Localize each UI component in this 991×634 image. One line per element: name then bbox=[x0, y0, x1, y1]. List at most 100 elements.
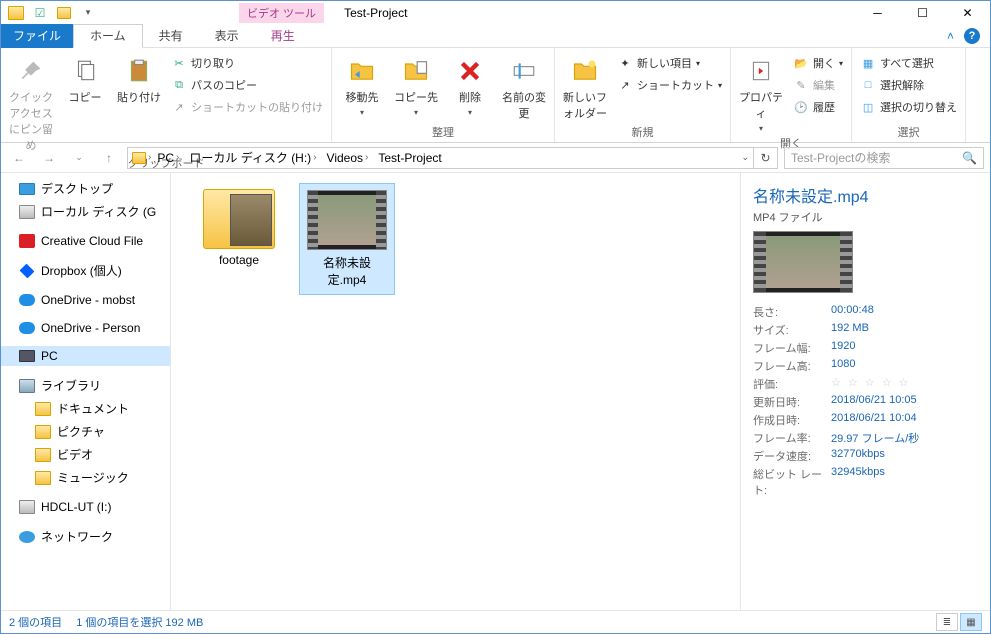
new-item-button[interactable]: ✦新しい項目 ▾ bbox=[613, 52, 726, 74]
nav-documents[interactable]: ドキュメント bbox=[1, 397, 170, 420]
rename-button[interactable]: 名前の変更 bbox=[498, 52, 550, 121]
edit-button[interactable]: ✎編集 bbox=[789, 74, 847, 96]
folder-icon bbox=[35, 448, 51, 462]
app-icon[interactable] bbox=[5, 3, 27, 23]
qat-properties-icon[interactable]: ☑ bbox=[29, 3, 51, 23]
close-button[interactable]: ✕ bbox=[945, 2, 990, 24]
search-input[interactable]: Test-Projectの検索 🔍 bbox=[784, 147, 984, 169]
navigation-pane[interactable]: デスクトップ ローカル ディスク (G Creative Cloud File … bbox=[1, 173, 171, 610]
onedrive-icon bbox=[19, 322, 35, 334]
minimize-button[interactable]: ─ bbox=[855, 2, 900, 24]
nav-network[interactable]: ネットワーク bbox=[1, 525, 170, 548]
details-row[interactable]: フレーム率:29.97 フレーム/秒 bbox=[753, 429, 978, 447]
details-key: 作成日時: bbox=[753, 412, 831, 428]
folder-icon bbox=[35, 471, 51, 485]
desktop-icon bbox=[19, 183, 35, 195]
nav-creative-cloud[interactable]: Creative Cloud File bbox=[1, 231, 170, 251]
file-list[interactable]: footage 名称未設定.mp4 bbox=[171, 173, 740, 610]
new-shortcut-button[interactable]: ↗ショートカット ▾ bbox=[613, 74, 726, 96]
details-row[interactable]: 作成日時:2018/06/21 10:04 bbox=[753, 411, 978, 429]
tab-play[interactable]: 再生 bbox=[255, 24, 311, 48]
tab-home[interactable]: ホーム bbox=[73, 24, 143, 48]
breadcrumb[interactable]: › PC› ローカル ディスク (H:)› Videos› Test-Proje… bbox=[127, 147, 754, 169]
nav-videos[interactable]: ビデオ bbox=[1, 443, 170, 466]
nav-pc[interactable]: PC bbox=[1, 346, 170, 366]
details-value: 192 MB bbox=[831, 322, 869, 338]
breadcrumb-seg-drive[interactable]: ローカル ディスク (H:)› bbox=[185, 149, 320, 166]
group-organize: 移動先▾ コピー先▾ 削除▾ 名前の変更 整理 bbox=[332, 48, 555, 142]
maximize-button[interactable]: ☐ bbox=[900, 2, 945, 24]
copy-button[interactable]: コピー bbox=[59, 52, 111, 105]
file-item-video[interactable]: 名称未設定.mp4 bbox=[299, 183, 395, 295]
details-value: ☆ ☆ ☆ ☆ ☆ bbox=[831, 376, 911, 392]
delete-button[interactable]: 削除▾ bbox=[444, 52, 496, 117]
tab-view[interactable]: 表示 bbox=[199, 24, 255, 48]
properties-button[interactable]: プロパティ▾ bbox=[735, 52, 787, 133]
details-row[interactable]: 長さ:00:00:48 bbox=[753, 303, 978, 321]
details-value: 29.97 フレーム/秒 bbox=[831, 430, 919, 446]
pin-to-quick-access-button[interactable]: クイック アクセスにピン留め bbox=[5, 52, 57, 153]
nav-local-disk-g[interactable]: ローカル ディスク (G bbox=[1, 200, 170, 223]
tab-share[interactable]: 共有 bbox=[143, 24, 199, 48]
nav-library[interactable]: ライブラリ bbox=[1, 374, 170, 397]
details-row[interactable]: 総ビット レート:32945kbps bbox=[753, 465, 978, 499]
select-all-button[interactable]: ▦すべて選択 bbox=[856, 52, 961, 74]
group-label-new: 新規 bbox=[559, 122, 726, 142]
details-value: 2018/06/21 10:04 bbox=[831, 412, 917, 428]
nav-dropbox[interactable]: Dropbox (個人) bbox=[1, 259, 170, 282]
move-to-button[interactable]: 移動先▾ bbox=[336, 52, 388, 117]
paste-button[interactable]: 貼り付け bbox=[113, 52, 165, 105]
details-row[interactable]: サイズ:192 MB bbox=[753, 321, 978, 339]
back-button[interactable]: ← bbox=[7, 146, 31, 170]
collapse-ribbon-icon[interactable]: ˄ bbox=[947, 29, 954, 43]
drive-icon bbox=[19, 205, 35, 219]
folder-item-footage[interactable]: footage bbox=[191, 183, 287, 273]
qat-new-folder-icon[interactable] bbox=[53, 3, 75, 23]
view-details-button[interactable]: ≣ bbox=[936, 613, 958, 631]
breadcrumb-seg-current[interactable]: Test-Project bbox=[374, 151, 445, 165]
refresh-button[interactable]: ↻ bbox=[754, 147, 778, 169]
select-none-button[interactable]: □選択解除 bbox=[856, 74, 961, 96]
breadcrumb-seg-videos[interactable]: Videos› bbox=[323, 151, 373, 165]
forward-button[interactable]: → bbox=[37, 146, 61, 170]
copy-path-button[interactable]: ⧉パスのコピー bbox=[167, 74, 327, 96]
details-row[interactable]: フレーム高:1080 bbox=[753, 357, 978, 375]
invert-selection-button[interactable]: ◫選択の切り替え bbox=[856, 96, 961, 118]
nav-music[interactable]: ミュージック bbox=[1, 466, 170, 489]
new-folder-button[interactable]: 新しいフォルダー bbox=[559, 52, 611, 121]
nav-onedrive-1[interactable]: OneDrive - mobst bbox=[1, 290, 170, 310]
cut-button[interactable]: ✂切り取り bbox=[167, 52, 327, 74]
nav-desktop[interactable]: デスクトップ bbox=[1, 177, 170, 200]
scissors-icon: ✂ bbox=[171, 55, 187, 71]
details-row[interactable]: 更新日時:2018/06/21 10:05 bbox=[753, 393, 978, 411]
view-large-icons-button[interactable]: ▦ bbox=[960, 613, 982, 631]
paste-shortcut-button[interactable]: ↗ショートカットの貼り付け bbox=[167, 96, 327, 118]
status-selection: 1 個の項目を選択 192 MB bbox=[76, 614, 203, 630]
help-icon[interactable]: ? bbox=[964, 28, 980, 44]
up-button[interactable]: ↑ bbox=[97, 146, 121, 170]
pin-icon bbox=[16, 56, 46, 86]
history-button[interactable]: 🕑履歴 bbox=[789, 96, 847, 118]
shortcut-icon: ↗ bbox=[171, 99, 187, 115]
breadcrumb-seg-pc[interactable]: PC› bbox=[153, 151, 183, 165]
recent-dropdown[interactable]: ⌄ bbox=[67, 146, 91, 170]
breadcrumb-dropdown-icon[interactable]: ⌄ bbox=[741, 152, 749, 163]
open-icon: 📂 bbox=[793, 55, 809, 71]
qat-dropdown-icon[interactable]: ▾ bbox=[77, 3, 99, 23]
details-row[interactable]: データ速度:32770kbps bbox=[753, 447, 978, 465]
nav-onedrive-2[interactable]: OneDrive - Person bbox=[1, 318, 170, 338]
tab-file[interactable]: ファイル bbox=[1, 24, 73, 48]
details-row[interactable]: 評価:☆ ☆ ☆ ☆ ☆ bbox=[753, 375, 978, 393]
chevron-icon[interactable]: › bbox=[148, 152, 151, 163]
window-title: Test-Project bbox=[344, 6, 407, 20]
nav-hdcl[interactable]: HDCL-UT (I:) bbox=[1, 497, 170, 517]
ribbon: クイック アクセスにピン留め コピー 貼り付け ✂切り取り ⧉パスのコピー ↗シ… bbox=[1, 48, 990, 143]
path-icon: ⧉ bbox=[171, 77, 187, 93]
nav-pictures[interactable]: ピクチャ bbox=[1, 420, 170, 443]
status-item-count: 2 個の項目 bbox=[9, 614, 62, 630]
network-icon bbox=[19, 531, 35, 543]
details-row[interactable]: フレーム幅:1920 bbox=[753, 339, 978, 357]
copy-to-button[interactable]: コピー先▾ bbox=[390, 52, 442, 117]
open-button[interactable]: 📂開く ▾ bbox=[789, 52, 847, 74]
group-label-select: 選択 bbox=[856, 122, 961, 142]
